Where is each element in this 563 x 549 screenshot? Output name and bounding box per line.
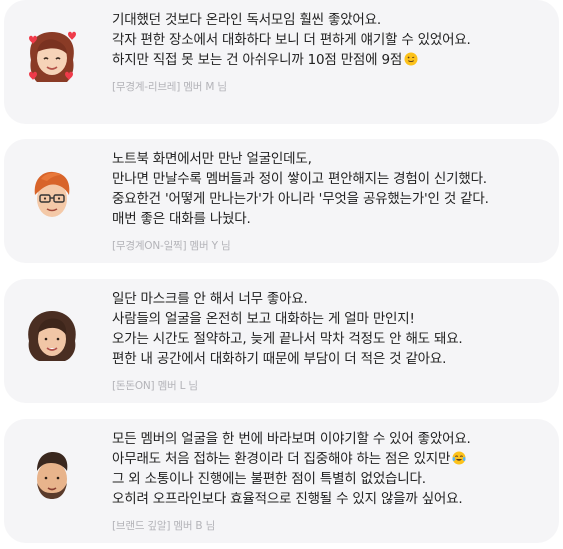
review-author: [브랜드 깊알] 멤버 B 님 (112, 520, 216, 532)
review-content: 노트북 화면에서만 만난 얼굴인데도, 만나면 만날수록 멤버들과 정이 쌓이고… (112, 149, 549, 256)
review-line: 아무래도 처음 접하는 환경이라 더 집중해야 하는 점은 있지만 (112, 449, 549, 469)
man-memoji-with-glasses-icon (21, 165, 83, 227)
review-line: 중요한건 '어떻게 만나는가'가 아니라 '무엇을 공유했는가'인 것 같다. (112, 191, 489, 207)
review-card: 노트북 화면에서만 만난 얼굴인데도, 만나면 만날수록 멤버들과 정이 쌓이고… (4, 139, 559, 263)
review-line-text: 하지만 직접 못 보는 건 아쉬우니까 10점 만점에 9점 (112, 52, 403, 68)
review-line: 각자 편한 장소에서 대화하다 보니 더 편하게 얘기할 수 있었어요. (112, 32, 471, 48)
review-author: [돈돈ON] 멤버 L 님 (112, 380, 198, 392)
review-line: 편한 내 공간에서 대화하기 때문에 부담이 더 적은 것 같아요. (112, 351, 447, 367)
review-author: [무경계ON-일찍] 멤버 Y 님 (112, 240, 231, 252)
review-content: 일단 마스크를 안 해서 너무 좋아요. 사람들의 얼굴을 온전히 보고 대화하… (112, 289, 549, 396)
review-card: 일단 마스크를 안 해서 너무 좋아요. 사람들의 얼굴을 온전히 보고 대화하… (4, 279, 559, 403)
review-line: 만나면 만날수록 멤버들과 정이 쌓이고 편안해지는 경험이 신기했다. (112, 171, 487, 187)
woman-memoji-curly-hair-icon (21, 305, 83, 367)
winking-face-icon (404, 52, 418, 66)
review-line: 오가는 시간도 절약하고, 늦게 끝나서 막차 걱정도 안 해도 돼요. (112, 331, 463, 347)
review-line: 노트북 화면에서만 만난 얼굴인데도, (112, 151, 312, 167)
review-card: 기대했던 것보다 온라인 독서모임 훨씬 좋았어요. 각자 편한 장소에서 대화… (4, 0, 559, 124)
review-list: 기대했던 것보다 온라인 독서모임 훨씬 좋았어요. 각자 편한 장소에서 대화… (0, 0, 563, 549)
review-content: 기대했던 것보다 온라인 독서모임 훨씬 좋았어요. 각자 편한 장소에서 대화… (112, 10, 549, 97)
review-content: 모든 멤버의 얼굴을 한 번에 바라보며 이야기할 수 있어 좋았어요. 아무래… (112, 429, 549, 536)
review-line: 기대했던 것보다 온라인 독서모임 훨씬 좋았어요. (112, 12, 381, 28)
review-line: 그 외 소통이나 진행에는 불편한 점이 특별히 없었습니다. (112, 471, 426, 487)
review-line: 매번 좋은 대화를 나눴다. (112, 211, 251, 227)
woman-memoji-with-hearts-icon (21, 26, 83, 88)
review-card: 모든 멤버의 얼굴을 한 번에 바라보며 이야기할 수 있어 좋았어요. 아무래… (4, 419, 559, 543)
review-line-text: 아무래도 처음 접하는 환경이라 더 집중해야 하는 점은 있지만 (112, 451, 451, 467)
tears-of-joy-face-icon (452, 451, 466, 465)
review-line: 하지만 직접 못 보는 건 아쉬우니까 10점 만점에 9점 (112, 50, 549, 70)
review-line: 오히려 오프라인보다 효율적으로 진행될 수 있지 않을까 싶어요. (112, 491, 463, 507)
review-line: 일단 마스크를 안 해서 너무 좋아요. (112, 291, 308, 307)
man-memoji-beard-icon (21, 445, 83, 507)
review-line: 모든 멤버의 얼굴을 한 번에 바라보며 이야기할 수 있어 좋았어요. (112, 431, 471, 447)
review-author: [무경계-리브레] 멤버 M 님 (112, 81, 227, 93)
review-line: 사람들의 얼굴을 온전히 보고 대화하는 게 얼마 만인지! (112, 311, 415, 327)
